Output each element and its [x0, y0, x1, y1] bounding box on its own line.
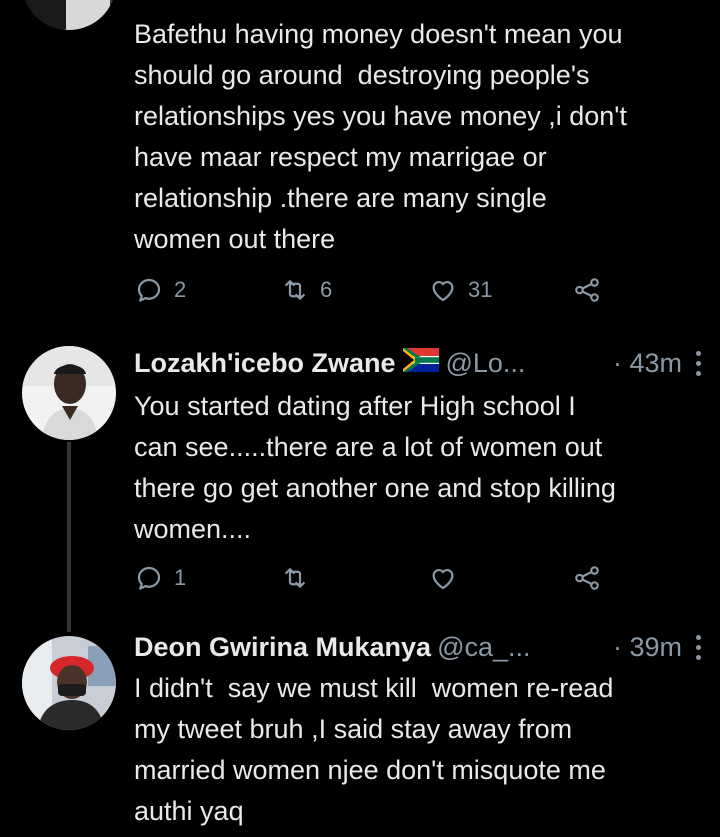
- avatar-photo: [22, 346, 116, 440]
- avatar[interactable]: [22, 346, 116, 440]
- like-button[interactable]: 31: [428, 270, 492, 310]
- tweet-header: Lozakh'icebo Zwane @Lo... · 43m: [134, 345, 702, 381]
- user-handle[interactable]: @ca_...: [437, 632, 530, 663]
- share-icon: [575, 566, 599, 590]
- reply-icon: [137, 278, 161, 302]
- tweet-time[interactable]: · 39m: [613, 632, 682, 663]
- tweet-2[interactable]: Lozakh'icebo Zwane @Lo... · 43m You star…: [0, 330, 720, 632]
- tweet-3[interactable]: Deon Gwirina Mukanya @ca_... · 39m I did…: [0, 620, 720, 837]
- like-count: 31: [468, 277, 493, 302]
- thread-line: [67, 442, 71, 632]
- display-name[interactable]: Lozakh'icebo Zwane: [134, 348, 395, 379]
- reply-button[interactable]: 2: [134, 270, 186, 310]
- reply-count: 1: [174, 565, 187, 590]
- tweet-time[interactable]: · 43m: [613, 348, 682, 379]
- retweet-icon: [285, 280, 305, 300]
- retweet-count: 6: [320, 277, 333, 302]
- like-button[interactable]: [428, 558, 458, 598]
- reply-button[interactable]: 1: [134, 558, 186, 598]
- tweet-header: Deon Gwirina Mukanya @ca_... · 39m: [134, 629, 702, 665]
- heart-icon: [432, 569, 454, 590]
- display-name[interactable]: Deon Gwirina Mukanya: [134, 632, 431, 663]
- share-button[interactable]: [572, 270, 602, 310]
- more-options-icon[interactable]: [696, 349, 702, 377]
- reply-icon: [137, 566, 161, 590]
- more-options-icon[interactable]: [696, 633, 702, 661]
- share-button[interactable]: [572, 558, 602, 598]
- retweet-button[interactable]: [280, 558, 310, 598]
- tweet-text: I didn't say we must kill women re-read …: [134, 673, 614, 826]
- avatar-photo: [22, 636, 116, 730]
- heart-icon: [432, 281, 454, 302]
- avatar-photo: [22, 0, 116, 30]
- tweet-text: Bafethu having money doesn't mean you sh…: [134, 19, 627, 254]
- avatar[interactable]: [22, 636, 116, 730]
- tweet-actions: 1: [134, 558, 614, 598]
- tweet-text: You started dating after High school I c…: [134, 391, 616, 544]
- retweet-icon: [285, 568, 305, 588]
- reply-count: 2: [174, 277, 187, 302]
- avatar[interactable]: [22, 0, 116, 30]
- south-africa-flag-icon: [403, 347, 440, 379]
- tweet-1[interactable]: Bafethu having money doesn't mean you sh…: [0, 0, 720, 330]
- tweet-actions: 2 6 31: [134, 270, 614, 310]
- retweet-button[interactable]: 6: [280, 270, 332, 310]
- share-icon: [575, 278, 599, 302]
- user-handle[interactable]: @Lo...: [445, 348, 525, 379]
